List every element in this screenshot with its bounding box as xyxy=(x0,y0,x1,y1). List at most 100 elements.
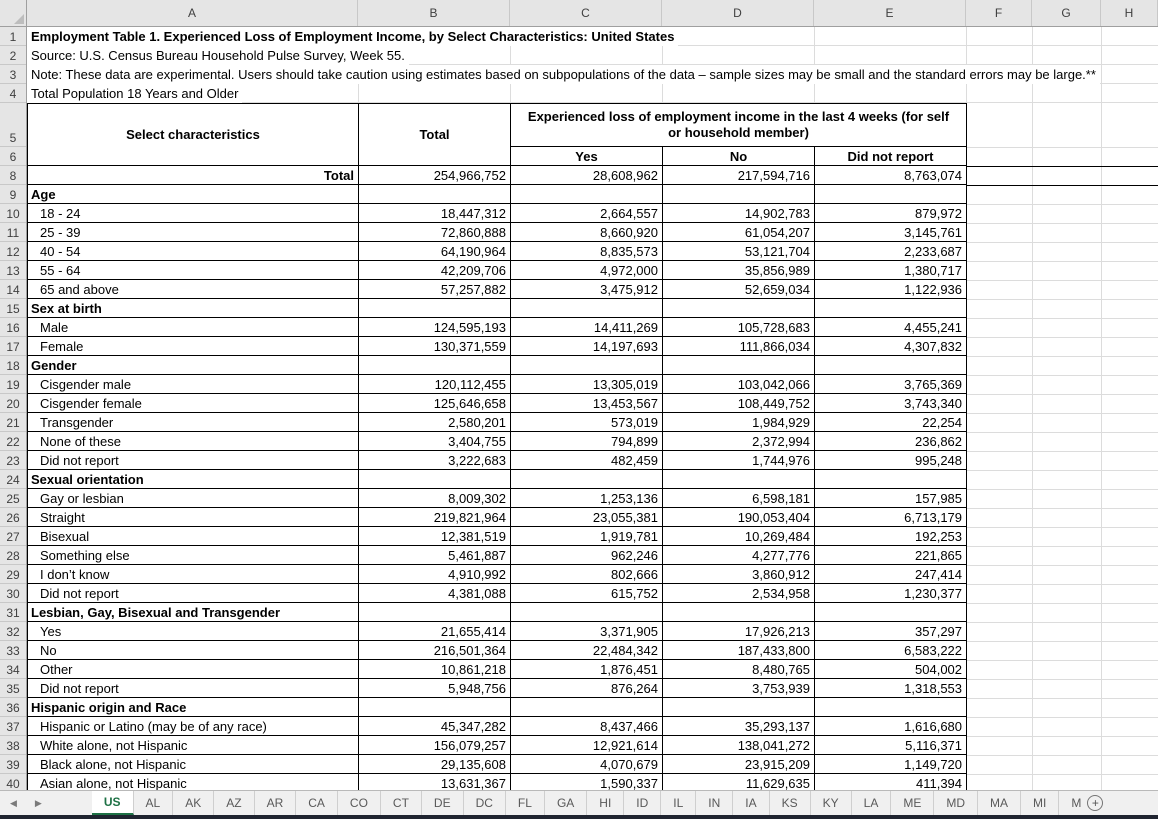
sheet-tab-DE[interactable]: DE xyxy=(422,791,464,815)
sheet-tab-MN-clipped[interactable]: MN xyxy=(1059,791,1081,815)
cell-yes[interactable]: 4,070,679 xyxy=(511,755,663,774)
row-header-4[interactable]: 4 xyxy=(0,84,26,103)
subheader-no[interactable]: No xyxy=(663,147,815,166)
cell-yes[interactable]: 3,371,905 xyxy=(511,622,663,641)
row-header-37[interactable]: 37 xyxy=(0,717,26,736)
cell-subtitle[interactable]: Total Population 18 Years and Older xyxy=(27,84,242,103)
row-label[interactable]: 65 and above xyxy=(28,280,359,299)
sheet-tab-CO[interactable]: CO xyxy=(338,791,381,815)
cell-total[interactable]: 5,948,756 xyxy=(359,679,511,698)
cell-yes[interactable]: 23,055,381 xyxy=(511,508,663,527)
cell-did-not-report[interactable]: 4,307,832 xyxy=(815,337,967,356)
cell-did-not-report[interactable]: 247,414 xyxy=(815,565,967,584)
cell-did-not-report[interactable]: 3,743,340 xyxy=(815,394,967,413)
sheet-tab-KS[interactable]: KS xyxy=(770,791,811,815)
cell-yes[interactable] xyxy=(511,603,663,622)
row-header-12[interactable]: 12 xyxy=(0,242,26,261)
row-label[interactable]: Sex at birth xyxy=(28,299,359,318)
cell-yes[interactable]: 14,411,269 xyxy=(511,318,663,337)
row-label[interactable]: Straight xyxy=(28,508,359,527)
cell-total[interactable]: 4,381,088 xyxy=(359,584,511,603)
select-all-corner[interactable] xyxy=(0,0,27,26)
cell-no[interactable]: 61,054,207 xyxy=(663,223,815,242)
cell-total[interactable]: 5,461,887 xyxy=(359,546,511,565)
cell-did-not-report[interactable] xyxy=(815,603,967,622)
cell-no[interactable]: 10,269,484 xyxy=(663,527,815,546)
column-header-B[interactable]: B xyxy=(358,0,510,26)
cell-yes[interactable]: 1,253,136 xyxy=(511,489,663,508)
cell-no[interactable]: 35,293,137 xyxy=(663,717,815,736)
row-header-5[interactable]: 5 xyxy=(0,103,26,147)
cell-title[interactable]: Employment Table 1. Experienced Loss of … xyxy=(27,27,678,46)
cell-yes[interactable]: 482,459 xyxy=(511,451,663,470)
sheet-tab-AL[interactable]: AL xyxy=(134,791,174,815)
column-header-E[interactable]: E xyxy=(814,0,966,26)
cell-yes[interactable]: 28,608,962 xyxy=(511,166,663,185)
cell-did-not-report[interactable]: 1,230,377 xyxy=(815,584,967,603)
sheet-tab-HI[interactable]: HI xyxy=(587,791,624,815)
cell-did-not-report[interactable] xyxy=(815,698,967,717)
cell-did-not-report[interactable] xyxy=(815,470,967,489)
cell-total[interactable]: 45,347,282 xyxy=(359,717,511,736)
cell-no[interactable] xyxy=(663,185,815,204)
cell-no[interactable]: 1,984,929 xyxy=(663,413,815,432)
cell-did-not-report[interactable]: 157,985 xyxy=(815,489,967,508)
cell-yes[interactable] xyxy=(511,185,663,204)
cell-total[interactable]: 130,371,559 xyxy=(359,337,511,356)
row-header-9[interactable]: 9 xyxy=(0,185,26,204)
cell-total[interactable]: 10,861,218 xyxy=(359,660,511,679)
add-sheet-button[interactable]: + xyxy=(1081,791,1109,815)
cell-yes[interactable] xyxy=(511,356,663,375)
cell-total[interactable] xyxy=(359,356,511,375)
row-header-34[interactable]: 34 xyxy=(0,660,26,679)
cell-yes[interactable]: 8,660,920 xyxy=(511,223,663,242)
cell-no[interactable]: 111,866,034 xyxy=(663,337,815,356)
row-header-26[interactable]: 26 xyxy=(0,508,26,527)
cell-did-not-report[interactable]: 3,765,369 xyxy=(815,375,967,394)
column-header-G[interactable]: G xyxy=(1032,0,1101,26)
cell-no[interactable]: 23,915,209 xyxy=(663,755,815,774)
sheet-tab-DC[interactable]: DC xyxy=(464,791,506,815)
cell-yes[interactable]: 802,666 xyxy=(511,565,663,584)
cell-total[interactable]: 72,860,888 xyxy=(359,223,511,242)
sheet-tab-MD[interactable]: MD xyxy=(934,791,978,815)
cell-no[interactable]: 217,594,716 xyxy=(663,166,815,185)
cell-yes[interactable] xyxy=(511,698,663,717)
cell-yes[interactable]: 1,919,781 xyxy=(511,527,663,546)
row-label[interactable]: Lesbian, Gay, Bisexual and Transgender xyxy=(28,603,359,622)
cell-did-not-report[interactable]: 22,254 xyxy=(815,413,967,432)
select-characteristics-header[interactable]: Select characteristics xyxy=(28,104,359,166)
cell-no[interactable]: 3,753,939 xyxy=(663,679,815,698)
sheet-tab-AR[interactable]: AR xyxy=(255,791,297,815)
cell-total[interactable]: 120,112,455 xyxy=(359,375,511,394)
cell-total[interactable]: 125,646,658 xyxy=(359,394,511,413)
row-label[interactable]: Hispanic origin and Race xyxy=(28,698,359,717)
cell-yes[interactable]: 3,475,912 xyxy=(511,280,663,299)
row-header-14[interactable]: 14 xyxy=(0,280,26,299)
cell-no[interactable]: 103,042,066 xyxy=(663,375,815,394)
row-header-25[interactable]: 25 xyxy=(0,489,26,508)
cell-yes[interactable]: 615,752 xyxy=(511,584,663,603)
row-label[interactable]: Something else xyxy=(28,546,359,565)
cell-no[interactable]: 35,856,989 xyxy=(663,261,815,280)
cell-no[interactable]: 2,372,994 xyxy=(663,432,815,451)
cell-total[interactable] xyxy=(359,698,511,717)
cell-no[interactable] xyxy=(663,698,815,717)
cell-did-not-report[interactable]: 6,713,179 xyxy=(815,508,967,527)
row-header-20[interactable]: 20 xyxy=(0,394,26,413)
cell-no[interactable]: 14,902,783 xyxy=(663,204,815,223)
cell-yes[interactable]: 876,264 xyxy=(511,679,663,698)
cell-no[interactable]: 8,480,765 xyxy=(663,660,815,679)
row-label[interactable]: Other xyxy=(28,660,359,679)
cell-did-not-report[interactable]: 995,248 xyxy=(815,451,967,470)
cell-total[interactable]: 216,501,364 xyxy=(359,641,511,660)
column-header-D[interactable]: D xyxy=(662,0,814,26)
cell-did-not-report[interactable]: 1,318,553 xyxy=(815,679,967,698)
row-label[interactable]: None of these xyxy=(28,432,359,451)
row-header-13[interactable]: 13 xyxy=(0,261,26,280)
row-header-32[interactable]: 32 xyxy=(0,622,26,641)
row-header-1[interactable]: 1 xyxy=(0,27,26,46)
row-header-19[interactable]: 19 xyxy=(0,375,26,394)
row-header-30[interactable]: 30 xyxy=(0,584,26,603)
cell-yes[interactable]: 1,590,337 xyxy=(511,774,663,791)
